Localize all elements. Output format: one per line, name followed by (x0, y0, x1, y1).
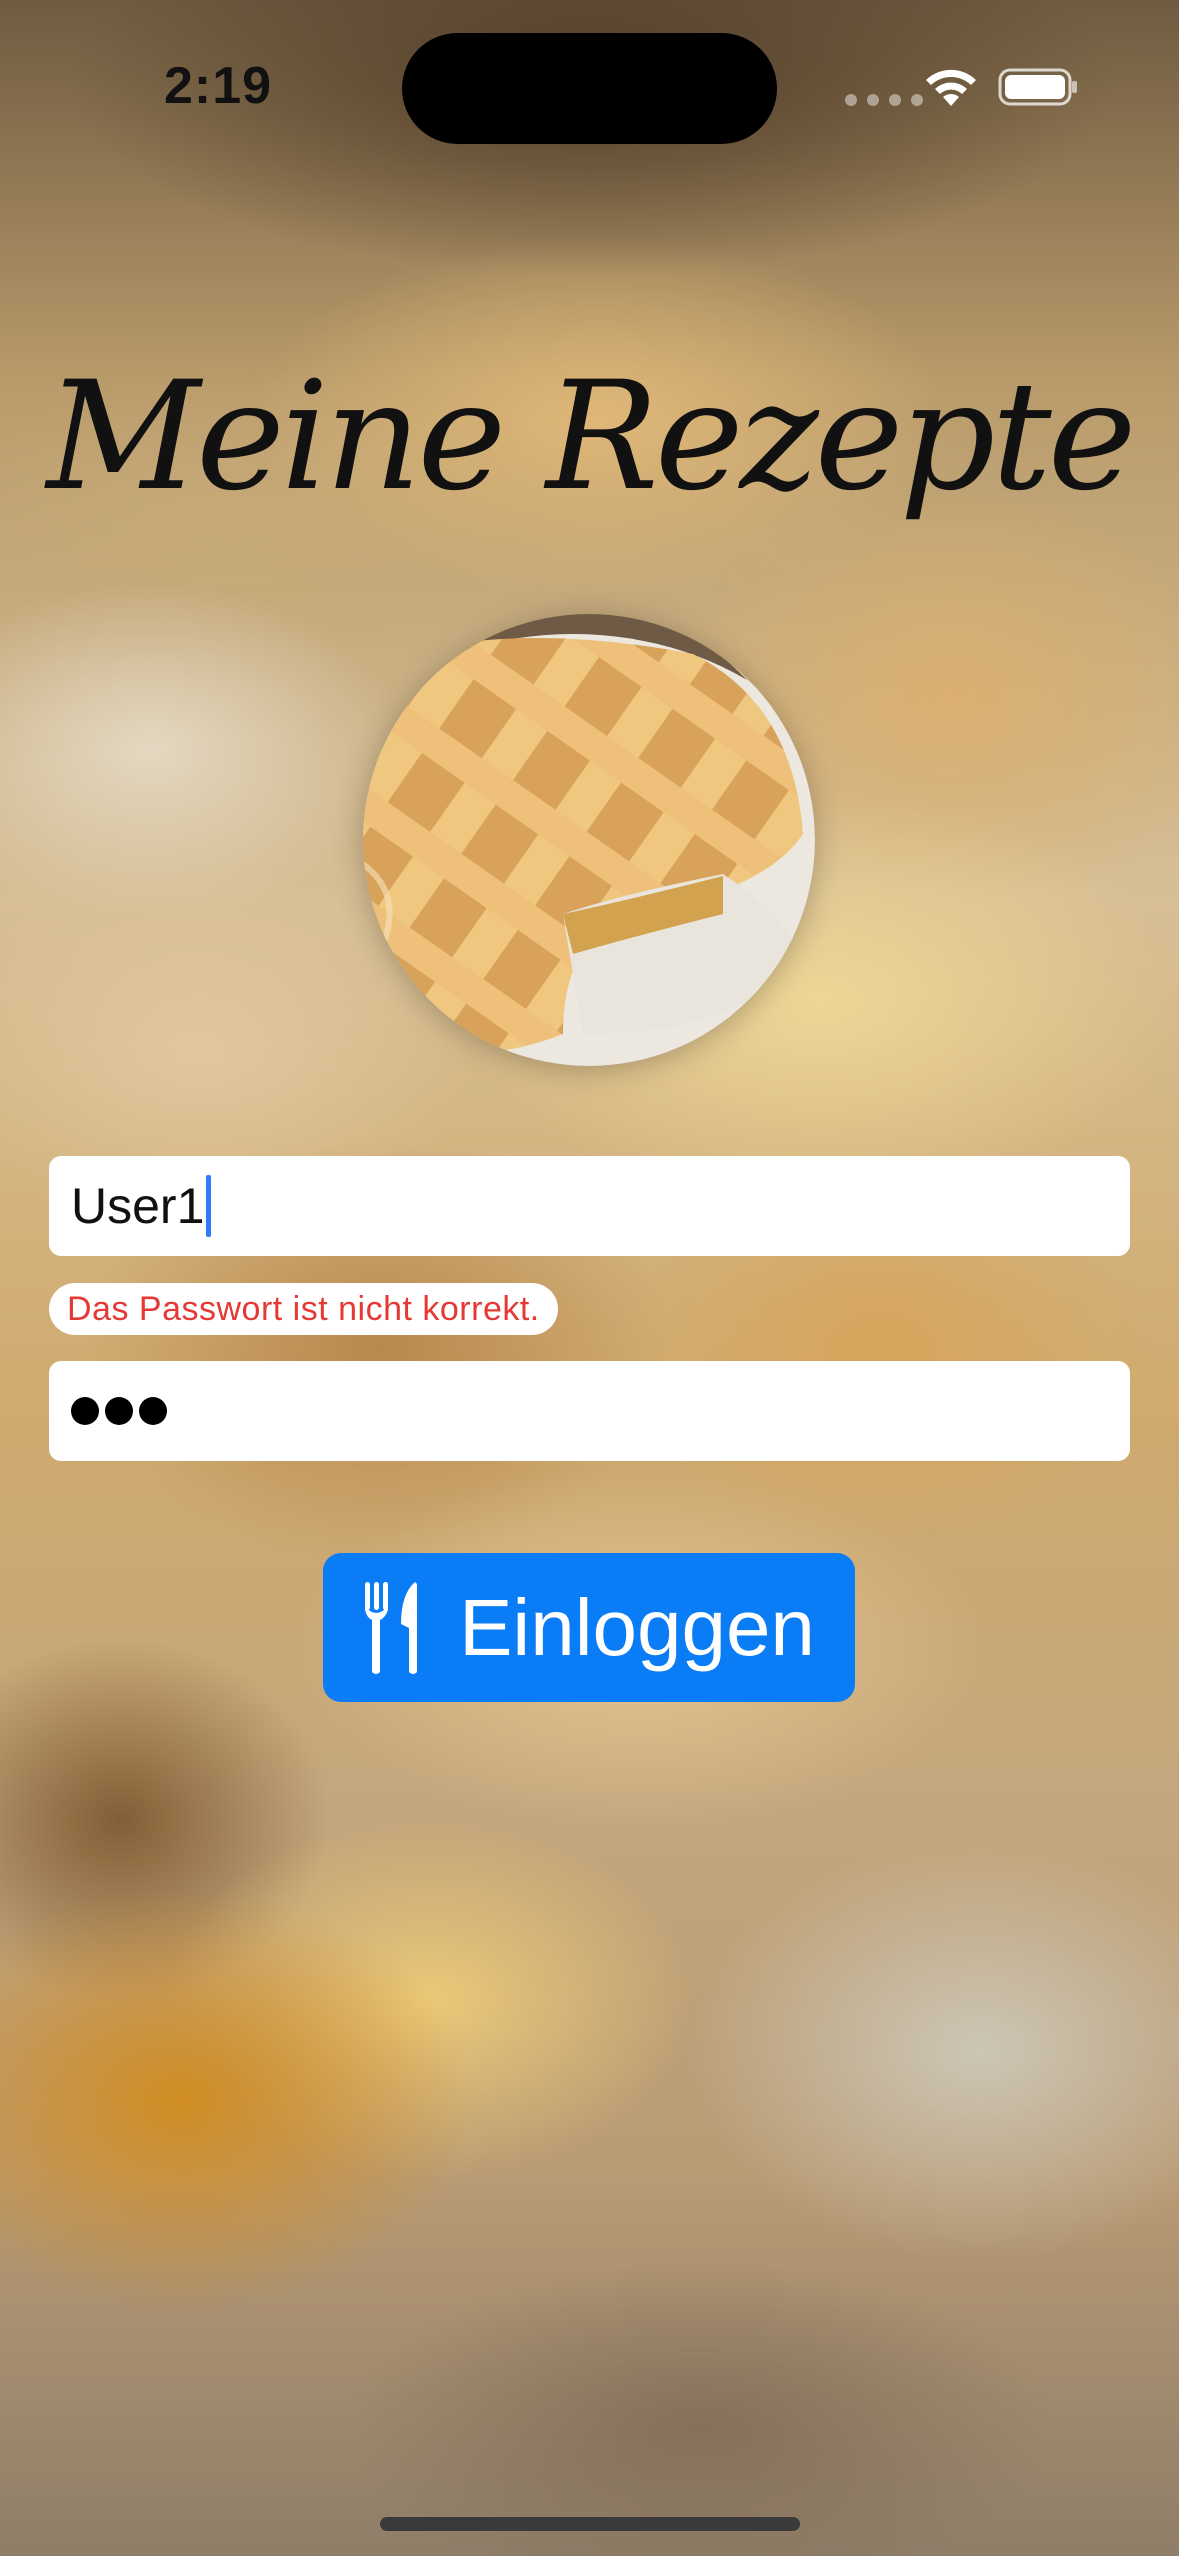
wifi-icon (926, 69, 976, 106)
username-field[interactable]: User1 (49, 1156, 1130, 1256)
password-error-message: Das Passwort ist nicht korrekt. (49, 1283, 558, 1335)
username-value: User1 (71, 1178, 205, 1234)
login-button-label: Einloggen (459, 1582, 815, 1672)
home-indicator[interactable] (380, 2517, 800, 2531)
apple-pie-image (363, 614, 815, 1066)
app-title: Meine Rezepte (46, 350, 1137, 524)
cellular-signal-icon (845, 94, 923, 106)
battery-icon (998, 68, 1077, 106)
fork-knife-icon (365, 1581, 418, 1674)
password-mask (71, 1397, 167, 1425)
status-time: 2:19 (164, 57, 273, 115)
dynamic-island (402, 33, 777, 144)
login-button[interactable]: Einloggen (323, 1553, 855, 1702)
text-caret (206, 1175, 212, 1237)
password-field[interactable] (49, 1361, 1130, 1461)
